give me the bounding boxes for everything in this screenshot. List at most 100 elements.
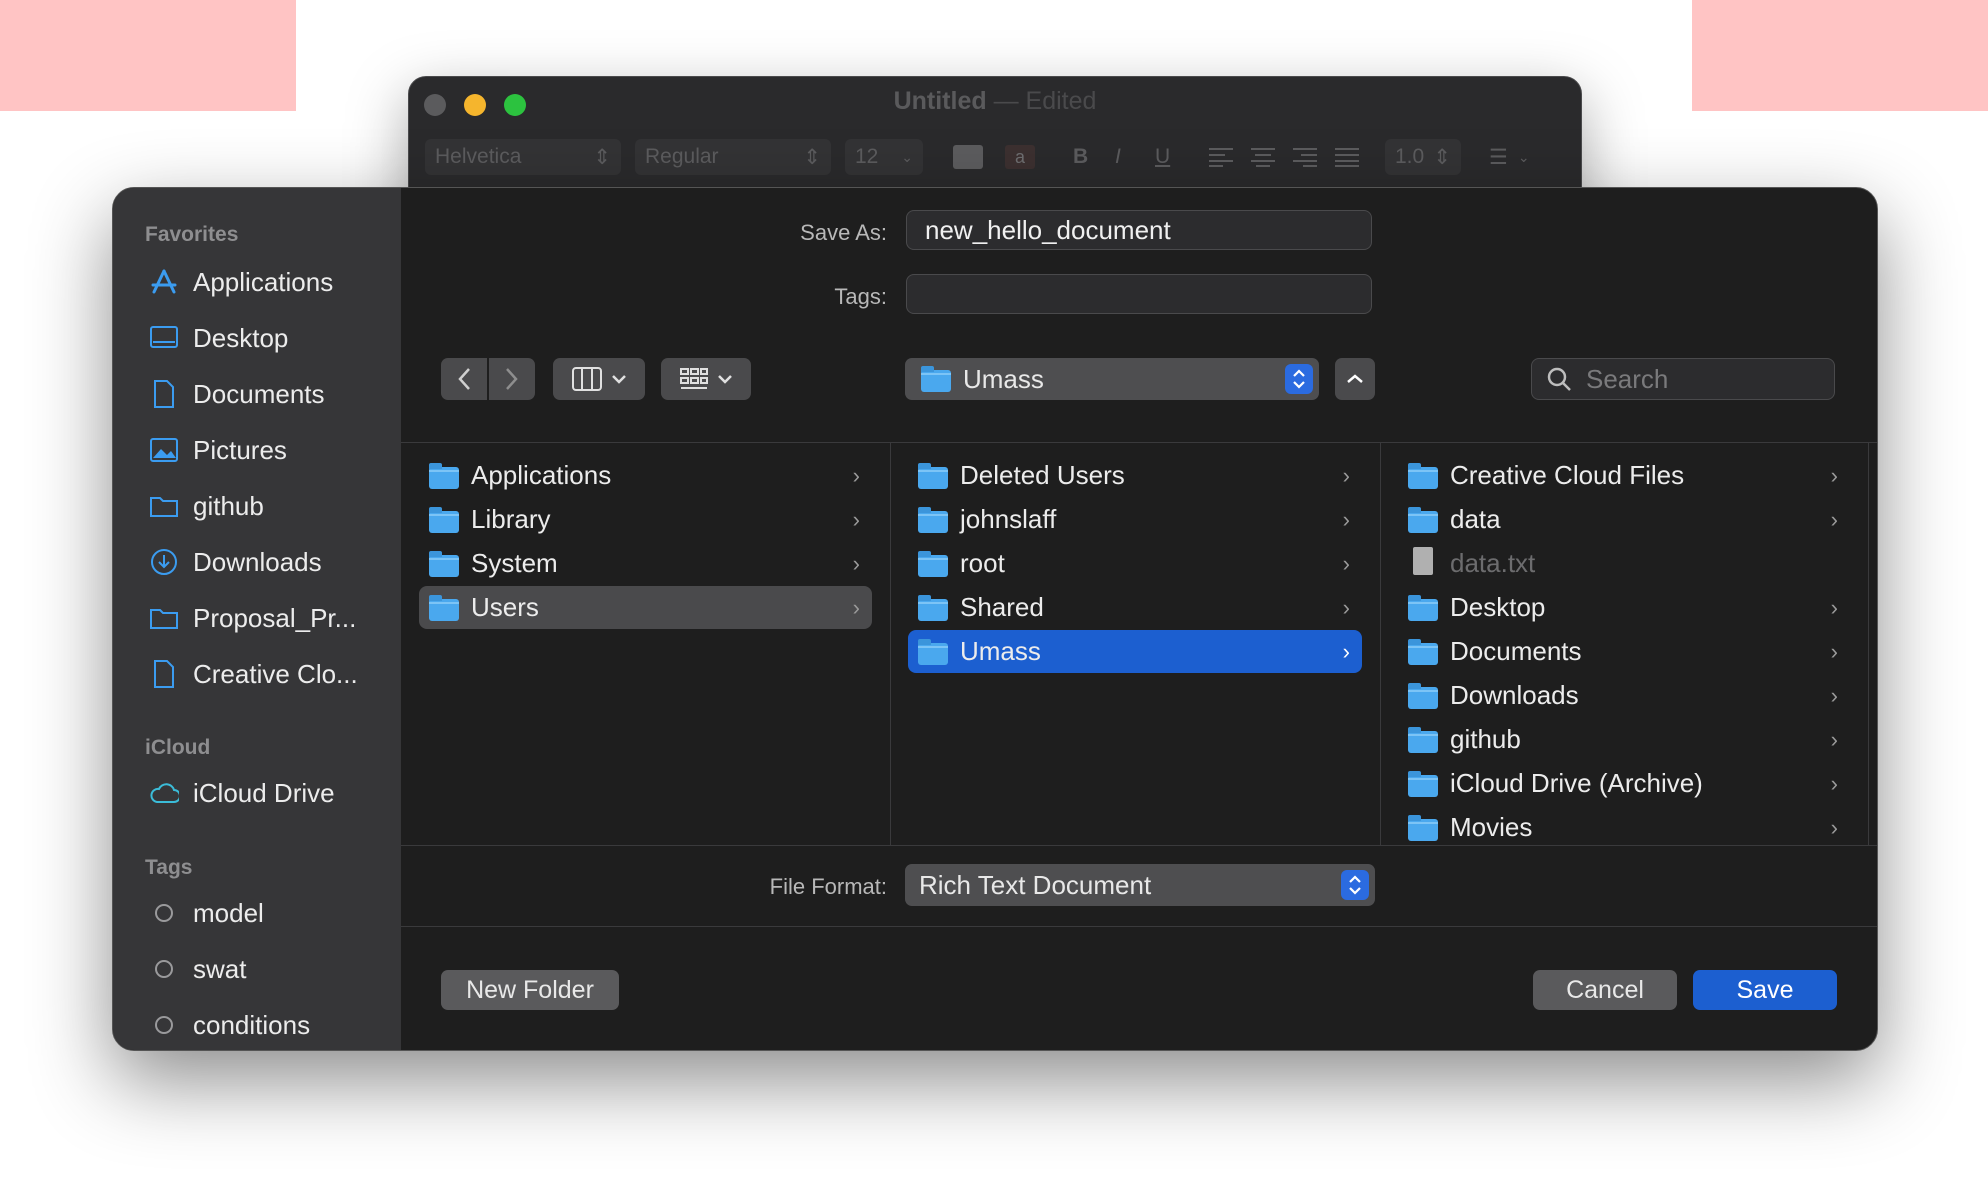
- sidebar-item-pictures[interactable]: Pictures: [149, 430, 287, 470]
- sidebar-item-creative-cloud[interactable]: Creative Clo...: [149, 654, 358, 694]
- justify-icon[interactable]: [1335, 139, 1359, 175]
- updown-icon: [1341, 870, 1369, 900]
- browser-column-1: Applications › Library › System › Users ›: [401, 443, 891, 845]
- chevron-right-icon: ›: [1342, 506, 1350, 532]
- folder-icon: [918, 506, 948, 533]
- align-center-icon[interactable]: [1251, 139, 1275, 175]
- sidebar-item-tag-model[interactable]: model: [149, 893, 264, 933]
- sidebar-item-desktop[interactable]: Desktop: [149, 318, 288, 358]
- list-item[interactable]: data.txt: [1398, 542, 1850, 585]
- list-item-label: Umass: [960, 636, 1041, 666]
- chevron-right-icon: [506, 368, 518, 390]
- text-color-well[interactable]: [953, 139, 983, 175]
- title-separator: —: [993, 87, 1019, 115]
- window-title: Untitled — Edited: [409, 87, 1581, 116]
- line-spacing-popup[interactable]: 1.0 ⇕: [1385, 139, 1461, 175]
- list-item[interactable]: Documents ›: [1398, 630, 1850, 673]
- chevron-right-icon: ›: [1830, 814, 1838, 840]
- list-item-label: Documents: [1450, 636, 1582, 666]
- chevron-right-icon: ›: [852, 594, 860, 620]
- sidebar-item-github[interactable]: github: [149, 486, 264, 526]
- new-folder-button[interactable]: New Folder: [441, 970, 619, 1010]
- save-button[interactable]: Save: [1693, 970, 1837, 1010]
- file-format-popup[interactable]: Rich Text Document: [905, 864, 1375, 906]
- sidebar: Favorites Applications Desktop Documents…: [113, 188, 401, 1050]
- back-button[interactable]: [441, 358, 487, 400]
- sidebar-item-applications[interactable]: Applications: [149, 262, 333, 302]
- sidebar-item-tag-conditions[interactable]: conditions: [149, 1005, 310, 1045]
- file-format-row: File Format: Rich Text Document: [401, 844, 1877, 927]
- grid-icon: [680, 368, 708, 389]
- list-item-selected[interactable]: Users ›: [419, 586, 872, 629]
- sidebar-item-proposal[interactable]: Proposal_Pr...: [149, 598, 356, 638]
- document-icon: [149, 659, 179, 689]
- bold-button[interactable]: B: [1073, 139, 1088, 175]
- search-field[interactable]: Search: [1531, 358, 1835, 400]
- cloud-icon: [149, 778, 179, 808]
- cancel-button[interactable]: Cancel: [1533, 970, 1677, 1010]
- list-item[interactable]: Desktop ›: [1398, 586, 1850, 629]
- forward-button[interactable]: [489, 358, 535, 400]
- list-item[interactable]: iCloud Drive (Archive) ›: [1398, 762, 1850, 805]
- chevron-down-icon: [718, 375, 732, 384]
- window-title-text: Untitled: [893, 87, 987, 115]
- list-item[interactable]: Shared ›: [908, 586, 1362, 629]
- sidebar-item-label: Desktop: [193, 322, 289, 353]
- sidebar-item-tag-swat[interactable]: swat: [149, 949, 246, 989]
- updown-icon: ⇕: [803, 145, 821, 169]
- list-item[interactable]: data ›: [1398, 498, 1850, 541]
- highlight-color-well[interactable]: a: [1005, 139, 1035, 175]
- sidebar-item-label: conditions: [193, 1009, 311, 1040]
- list-item[interactable]: Library ›: [419, 498, 872, 541]
- file-format-label: File Format:: [769, 874, 887, 899]
- font-style-value: Regular: [645, 145, 719, 168]
- save-dialog: Favorites Applications Desktop Documents…: [112, 187, 1878, 1051]
- list-item[interactable]: Movies ›: [1398, 806, 1850, 849]
- align-left-icon[interactable]: [1209, 139, 1233, 175]
- list-item-label: data: [1450, 504, 1501, 534]
- location-popup[interactable]: Umass: [905, 358, 1319, 400]
- list-item[interactable]: github ›: [1398, 718, 1850, 761]
- list-item[interactable]: System ›: [419, 542, 872, 585]
- list-item[interactable]: Downloads ›: [1398, 674, 1850, 717]
- sidebar-item-downloads[interactable]: Downloads: [149, 542, 322, 582]
- font-family-popup[interactable]: Helvetica ⇕: [425, 139, 621, 175]
- sidebar-item-icloud-drive[interactable]: iCloud Drive: [149, 773, 335, 813]
- list-item-label: root: [960, 548, 1005, 578]
- sidebar-item-label: Creative Clo...: [193, 658, 358, 689]
- columns-icon: [572, 367, 602, 391]
- save-as-input[interactable]: new_hello_document: [906, 210, 1372, 250]
- chevron-up-icon: [1347, 374, 1363, 383]
- italic-button[interactable]: I: [1115, 139, 1121, 175]
- folder-icon: [918, 550, 948, 577]
- column-view-button[interactable]: [553, 358, 645, 400]
- list-item-selected[interactable]: Umass ›: [908, 630, 1362, 673]
- folder-icon: [1408, 726, 1438, 753]
- list-item-label: github: [1450, 724, 1521, 754]
- list-item-label: Deleted Users: [960, 460, 1125, 490]
- tag-circle-icon: [149, 954, 179, 984]
- tags-header: Tags: [145, 856, 193, 879]
- chevron-right-icon: ›: [1342, 550, 1350, 576]
- favorites-header: Favorites: [145, 223, 239, 246]
- background-block-left: [0, 0, 296, 111]
- list-item[interactable]: Deleted Users ›: [908, 454, 1362, 497]
- sidebar-item-label: Pictures: [193, 434, 287, 465]
- font-size-popup[interactable]: 12 ⌄: [845, 139, 923, 175]
- updown-icon: [1285, 364, 1313, 394]
- list-item[interactable]: johnslaff ›: [908, 498, 1362, 541]
- list-item-label: Shared: [960, 592, 1044, 622]
- group-by-button[interactable]: [661, 358, 751, 400]
- collapse-button[interactable]: [1335, 358, 1375, 400]
- list-item[interactable]: root ›: [908, 542, 1362, 585]
- list-item[interactable]: Applications ›: [419, 454, 872, 497]
- sidebar-item-documents[interactable]: Documents: [149, 374, 325, 414]
- font-style-popup[interactable]: Regular ⇕: [635, 139, 831, 175]
- list-style-popup[interactable]: ☰ ⌄: [1489, 139, 1530, 175]
- tags-input[interactable]: [906, 274, 1372, 314]
- align-right-icon[interactable]: [1293, 139, 1317, 175]
- list-item[interactable]: Creative Cloud Files ›: [1398, 454, 1850, 497]
- underline-button[interactable]: U: [1155, 139, 1170, 175]
- list-item-label: Downloads: [1450, 680, 1579, 710]
- folder-icon: [149, 603, 179, 633]
